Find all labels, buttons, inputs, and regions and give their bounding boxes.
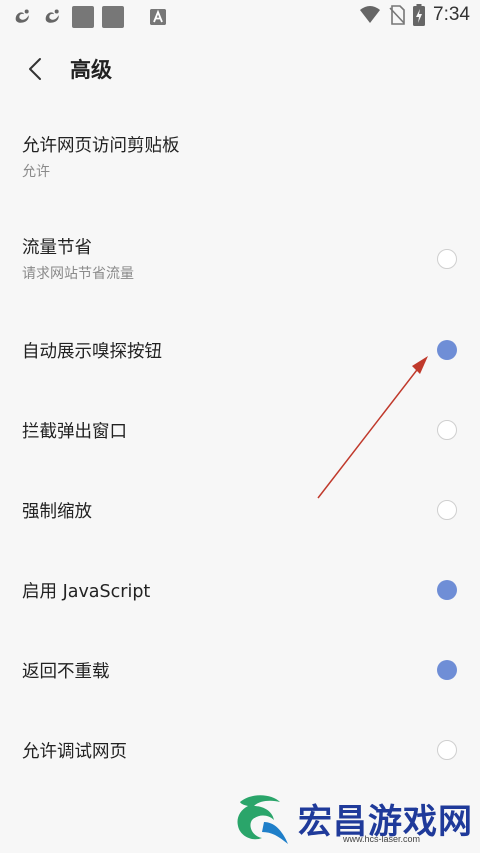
wifi-icon (360, 6, 381, 23)
radio-toggle[interactable] (437, 660, 457, 680)
setting-row-no-reload[interactable]: 返回不重载 (0, 640, 480, 700)
gray-square-icon (72, 6, 94, 28)
radio-toggle[interactable] (437, 420, 457, 440)
setting-title: 自动展示嗅探按钮 (22, 342, 162, 362)
dragon-logo-icon (237, 795, 288, 844)
radio-toggle[interactable] (437, 249, 457, 269)
uc-browser-icon (45, 9, 59, 23)
status-bar-right: 7:34 (359, 4, 470, 26)
app-header: 高级 (0, 45, 480, 93)
setting-row-block-popups[interactable]: 拦截弹出窗口 (0, 400, 480, 460)
radio-toggle[interactable] (437, 580, 457, 600)
status-bar: 7:34 (0, 0, 480, 34)
setting-title: 强制缩放 (22, 502, 92, 522)
setting-subtitle: 允许 (22, 164, 50, 180)
chevron-left-icon[interactable] (22, 55, 50, 83)
setting-title: 允许网页访问剪贴板 (22, 136, 180, 156)
radio-toggle[interactable] (437, 740, 457, 760)
setting-title: 流量节省 (22, 238, 92, 258)
setting-row-web-debug[interactable]: 允许调试网页 (0, 720, 480, 780)
setting-title: 拦截弹出窗口 (22, 422, 127, 442)
setting-subtitle: 请求网站节省流量 (22, 266, 134, 282)
setting-row-force-zoom[interactable]: 强制缩放 (0, 480, 480, 540)
setting-title: 允许调试网页 (22, 742, 127, 762)
radio-toggle[interactable] (437, 340, 457, 360)
status-bar-left (12, 6, 166, 28)
setting-row-javascript[interactable]: 启用 JavaScript (0, 560, 480, 620)
setting-title: 启用 JavaScript (22, 582, 151, 602)
font-a-icon (150, 9, 166, 25)
radio-toggle[interactable] (437, 500, 457, 520)
setting-row-clipboard[interactable]: 允许网页访问剪贴板 允许 (0, 118, 480, 198)
watermark-url: www.hcs-laser.com (343, 834, 421, 844)
page-title: 高级 (70, 58, 112, 82)
gray-square-icon (102, 6, 124, 28)
clock: 7:34 (433, 4, 470, 25)
watermark: 宏昌游戏网 www.hcs-laser.com (228, 790, 480, 853)
uc-browser-icon (15, 9, 29, 23)
setting-row-data-saver[interactable]: 流量节省 请求网站节省流量 (0, 220, 480, 300)
setting-row-sniff-button[interactable]: 自动展示嗅探按钮 (0, 320, 480, 380)
battery-charging-icon (413, 4, 426, 26)
no-sim-icon (389, 5, 405, 25)
setting-title: 返回不重载 (22, 662, 110, 682)
